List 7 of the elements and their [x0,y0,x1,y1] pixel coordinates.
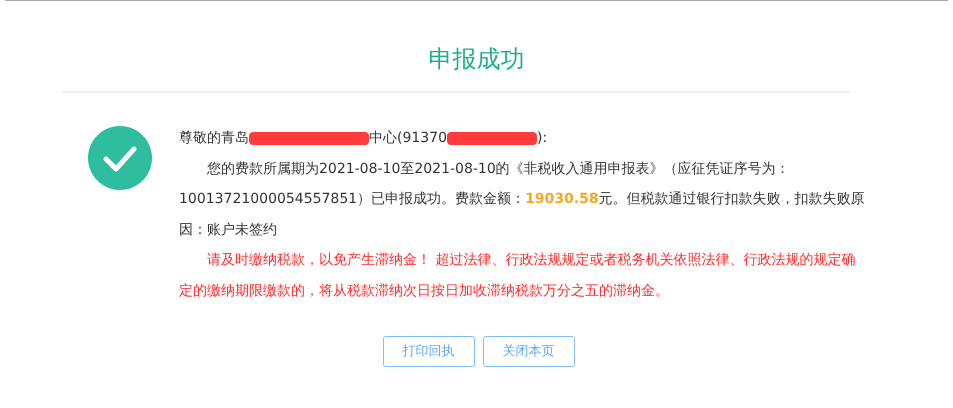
close-page-button[interactable]: 关闭本页 [482,336,574,367]
success-check-icon [88,126,152,190]
greeting: 尊敬的青岛 中心(91370 ): [179,129,548,148]
result-message: 您的费款所属期为2021-08-10至2021-08-10的《非税收入通用申报表》（应征凭证序号为：10013721000054557851）已申报成功。费款金额：19030.58元。但税款通过银行扣款失败，扣款失败原因：账户未签约 [179,160,866,240]
print-receipt-button[interactable]: 打印回执 [382,336,474,367]
late-fee-warning: 请及时缴纳税款，以免产生滞纳金！ 超过法律、行政法规规定或者税务机关依照法律、行政法规的规定确定的缴纳期限缴款的，将从税款滞纳次日按日加收滞纳税款万分之五的滞纳金。 [179,251,856,300]
page-title: 申报成功 [428,44,524,75]
